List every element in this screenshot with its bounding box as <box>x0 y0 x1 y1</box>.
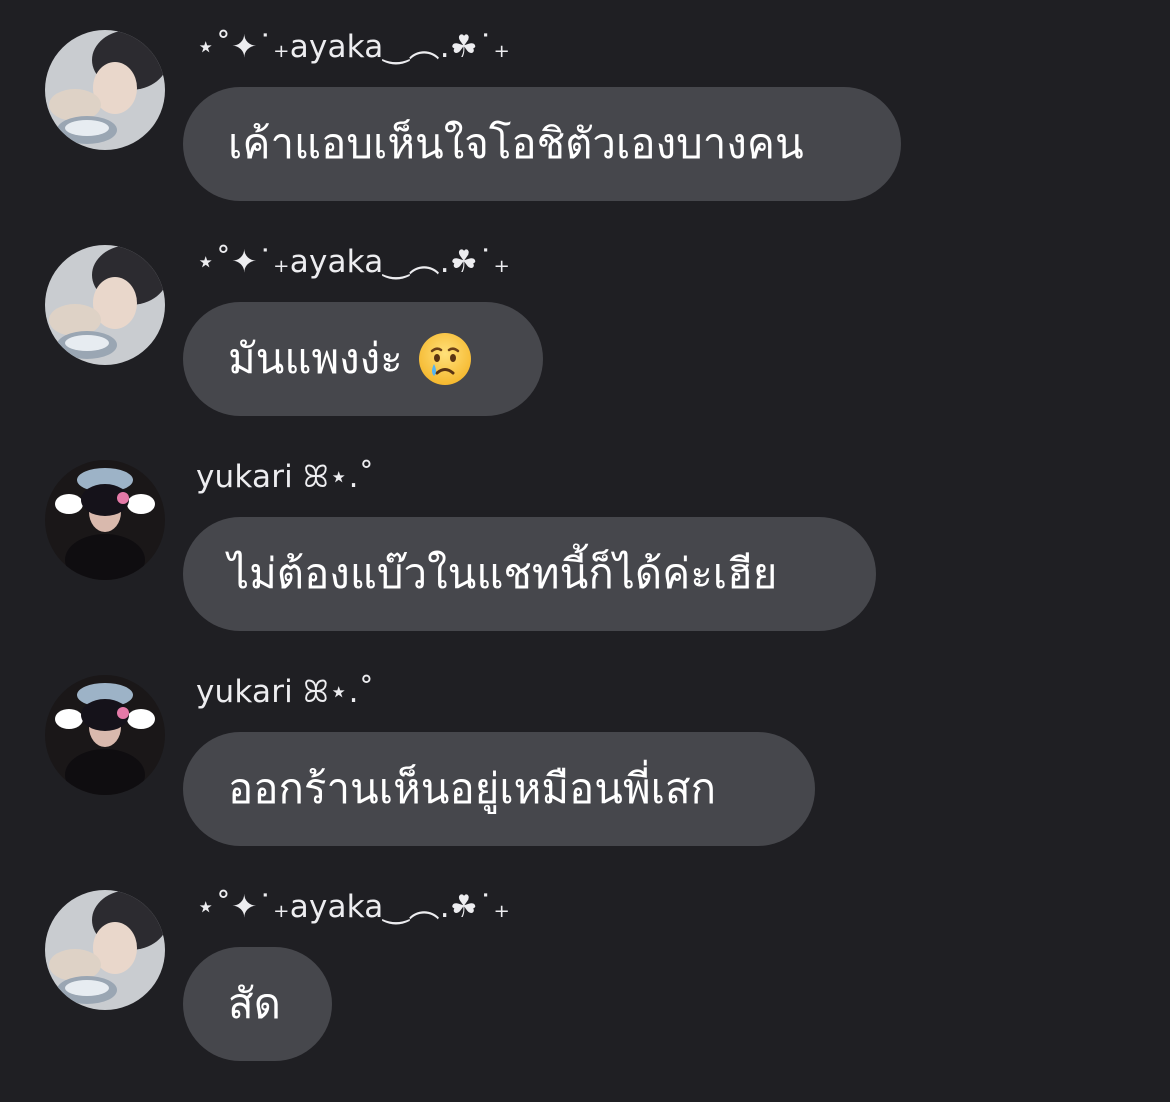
message-text: เค้าแอบเห็นใจโอชิตัวเองบางคน <box>228 119 804 168</box>
message-item: yukari ꕤ⋆.˚ ออกร้านเห็นอยู่เหมือนพี่เสก <box>0 645 1170 846</box>
sender-name: yukari ꕤ⋆.˚ <box>196 459 375 495</box>
avatar-ayaka[interactable] <box>45 890 165 1010</box>
message-item: ⋆˚✦˙₊ayaka‿︵.☘˙₊ สัด <box>0 860 1170 1061</box>
message-item: ⋆˚✦˙₊ayaka‿︵.☘˙₊ มันแพงง่ะ <box>0 215 1170 416</box>
message-text: สัด <box>228 979 281 1028</box>
sender-name: ⋆˚✦˙₊ayaka‿︵.☘˙₊ <box>196 29 511 65</box>
message-text: ไม่ต้องแบ๊วในแชทนี้ก็ได้ค่ะเฮีย <box>228 549 778 598</box>
avatar-ayaka[interactable] <box>45 245 165 365</box>
avatar-ayaka[interactable] <box>45 30 165 150</box>
sender-name: ⋆˚✦˙₊ayaka‿︵.☘˙₊ <box>196 244 511 280</box>
message-text: มันแพงง่ะ <box>228 334 403 383</box>
avatar-yukari[interactable] <box>45 675 165 795</box>
message-bubble[interactable]: สัด <box>183 947 332 1061</box>
message-text: ออกร้านเห็นอยู่เหมือนพี่เสก <box>228 764 717 813</box>
avatar-yukari[interactable] <box>45 460 165 580</box>
message-bubble[interactable]: เค้าแอบเห็นใจโอชิตัวเองบางคน <box>183 87 901 201</box>
message-bubble[interactable]: ไม่ต้องแบ๊วในแชทนี้ก็ได้ค่ะเฮีย <box>183 517 876 631</box>
message-item: ⋆˚✦˙₊ayaka‿︵.☘˙₊ เค้าแอบเห็นใจโอชิตัวเอง… <box>0 0 1170 201</box>
message-item: yukari ꕤ⋆.˚ ไม่ต้องแบ๊วในแชทนี้ก็ได้ค่ะเ… <box>0 430 1170 631</box>
sender-name: yukari ꕤ⋆.˚ <box>196 674 375 710</box>
sender-name: ⋆˚✦˙₊ayaka‿︵.☘˙₊ <box>196 889 511 925</box>
message-bubble[interactable]: มันแพงง่ะ <box>183 302 543 416</box>
message-bubble[interactable]: ออกร้านเห็นอยู่เหมือนพี่เสก <box>183 732 815 846</box>
chat-thread: ⋆˚✦˙₊ayaka‿︵.☘˙₊ เค้าแอบเห็นใจโอชิตัวเอง… <box>0 0 1170 1102</box>
crying-face-icon <box>417 331 473 387</box>
